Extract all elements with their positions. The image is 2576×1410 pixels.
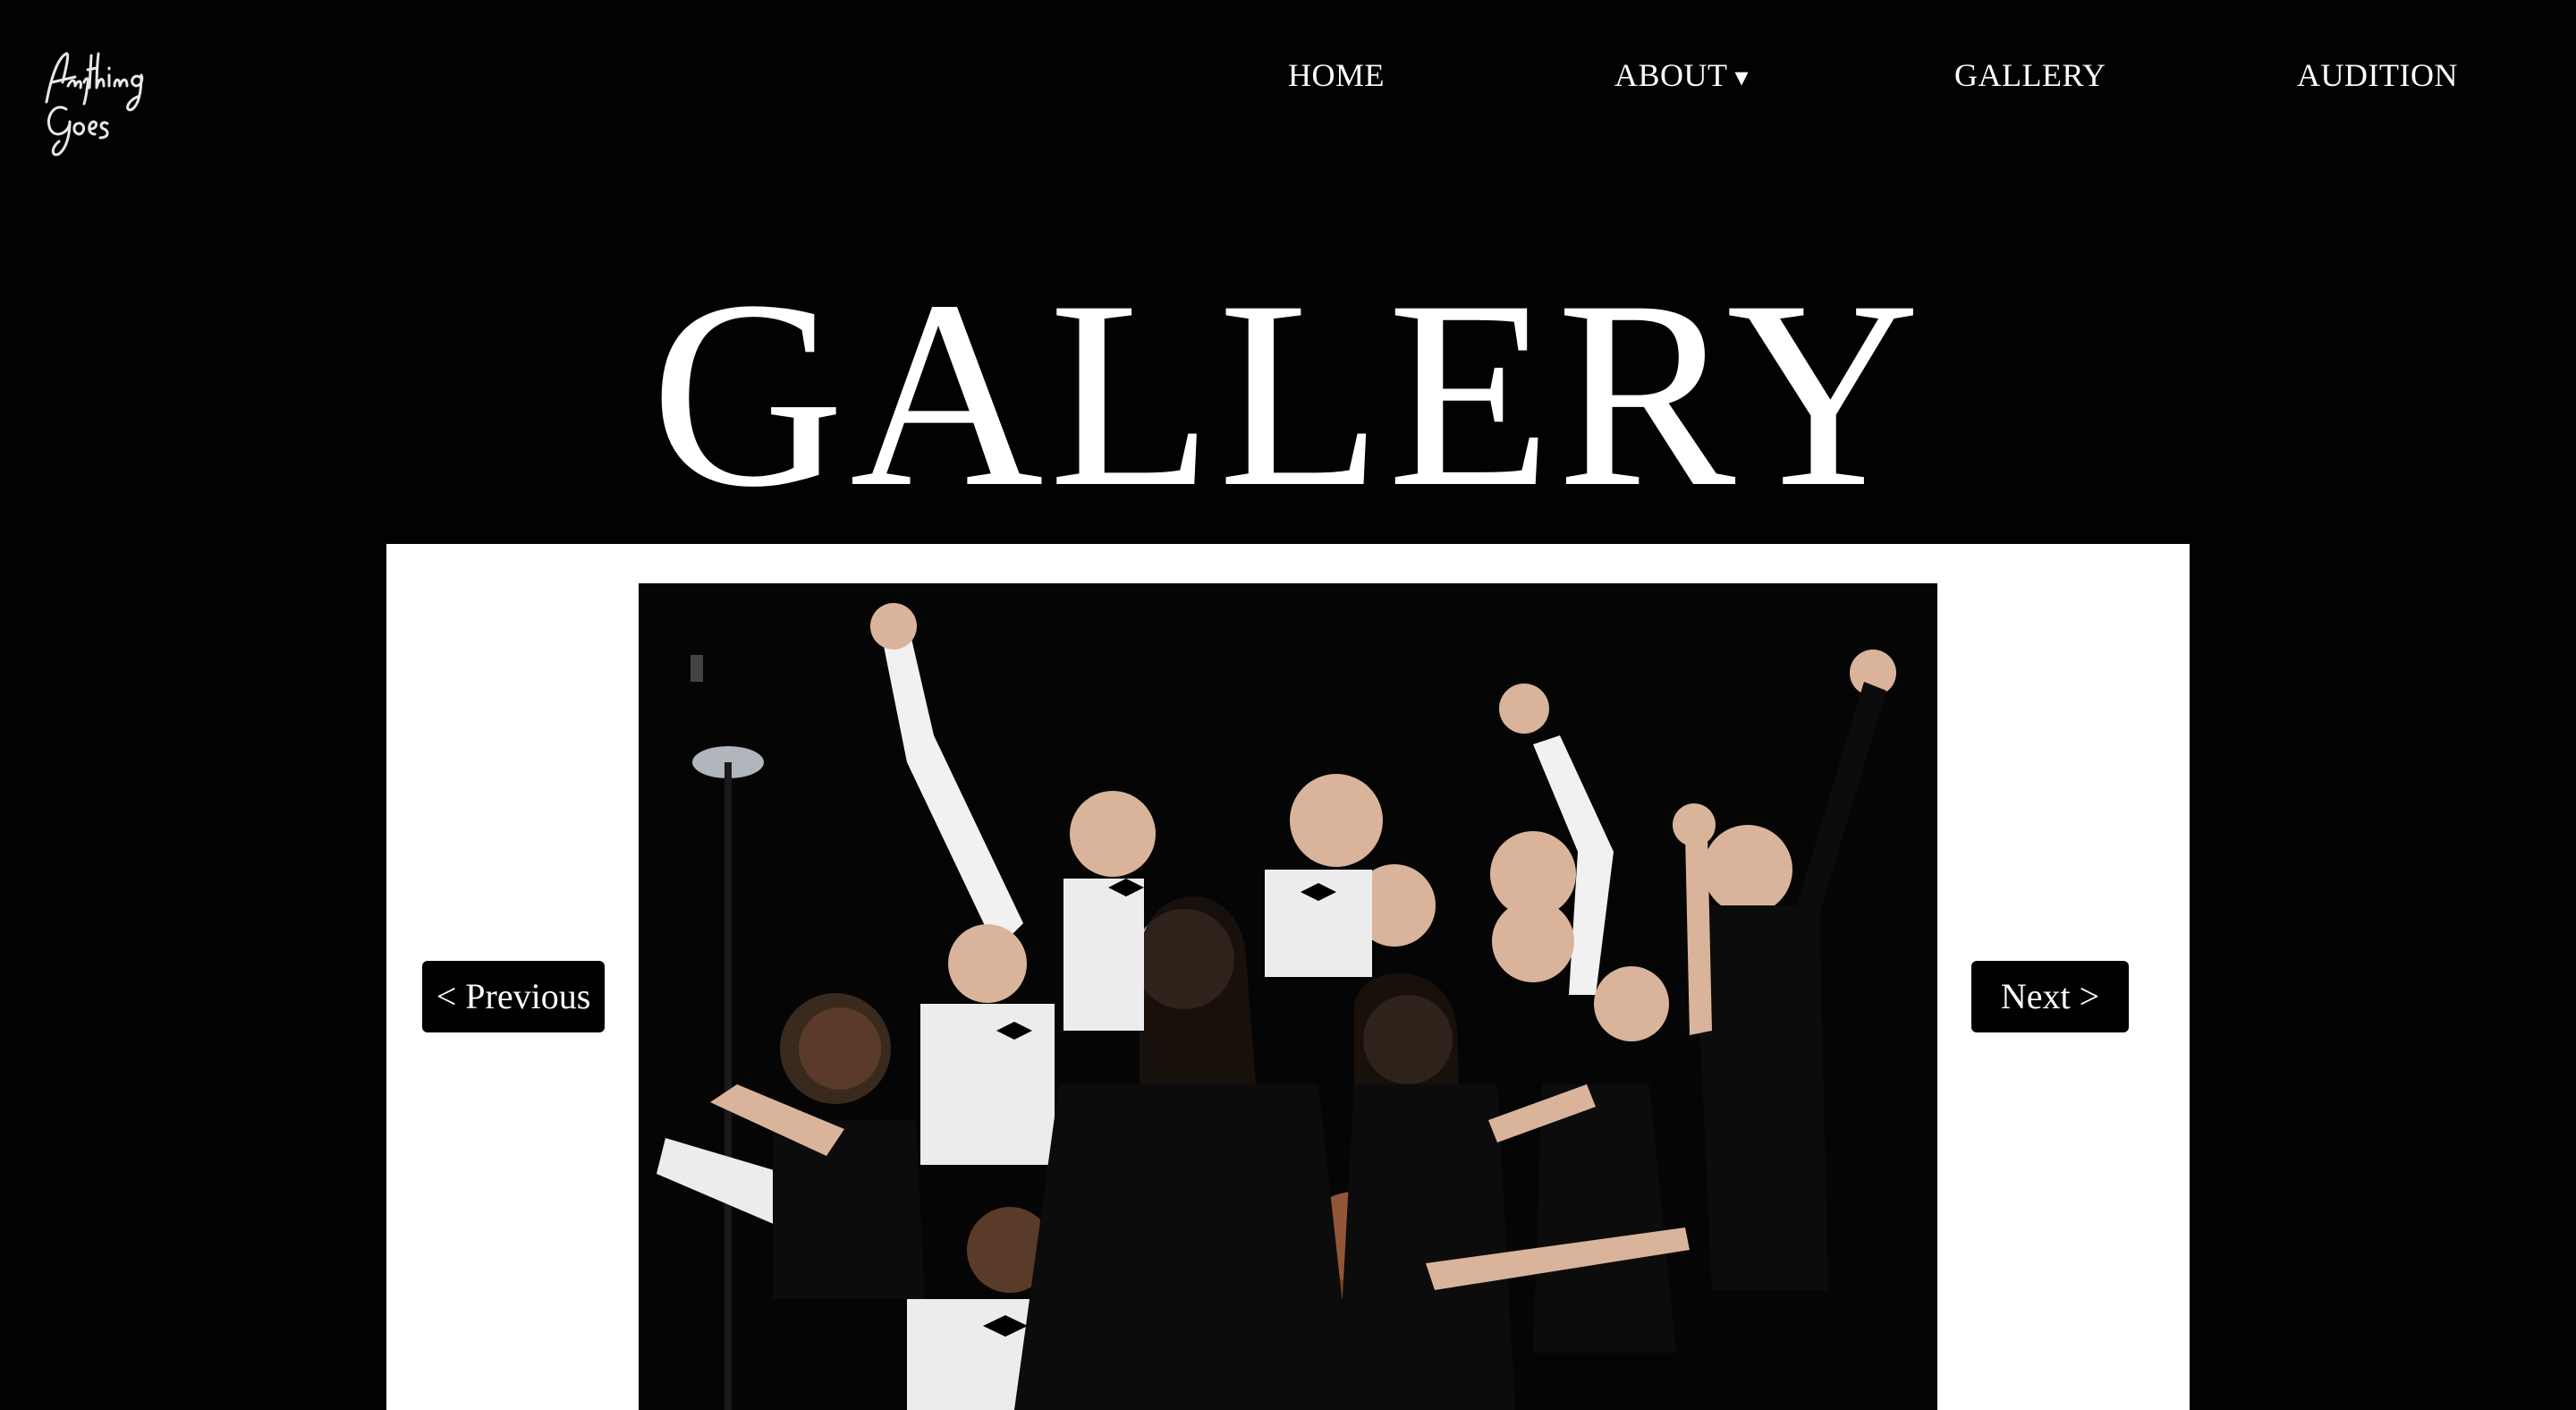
nav-gallery-link[interactable]: GALLERY bbox=[1954, 52, 2106, 98]
group-photo-icon bbox=[639, 583, 1937, 1410]
page-title: GALLERY bbox=[650, 245, 1926, 542]
gallery-image bbox=[639, 583, 1937, 1410]
nav-gallery-label: GALLERY bbox=[1954, 57, 2106, 93]
main-nav: HOME ABOUT ▾ GALLERY AUDITION bbox=[0, 52, 2576, 106]
nav-home-label: HOME bbox=[1288, 57, 1385, 93]
nav-about-label: ABOUT bbox=[1614, 57, 1728, 93]
chevron-down-icon: ▾ bbox=[1734, 63, 1750, 92]
nav-about-dropdown[interactable]: ABOUT ▾ bbox=[1614, 52, 1749, 101]
gallery-slideshow: < Previous Next > bbox=[386, 544, 2190, 1410]
page: HOME ABOUT ▾ GALLERY AUDITION GALLERY < P… bbox=[0, 0, 2576, 1410]
previous-button[interactable]: < Previous bbox=[422, 961, 605, 1032]
next-button[interactable]: Next > bbox=[1971, 961, 2129, 1032]
nav-audition-label: AUDITION bbox=[2297, 57, 2458, 93]
nav-audition-link[interactable]: AUDITION bbox=[2297, 52, 2458, 98]
nav-home-link[interactable]: HOME bbox=[1288, 52, 1385, 98]
